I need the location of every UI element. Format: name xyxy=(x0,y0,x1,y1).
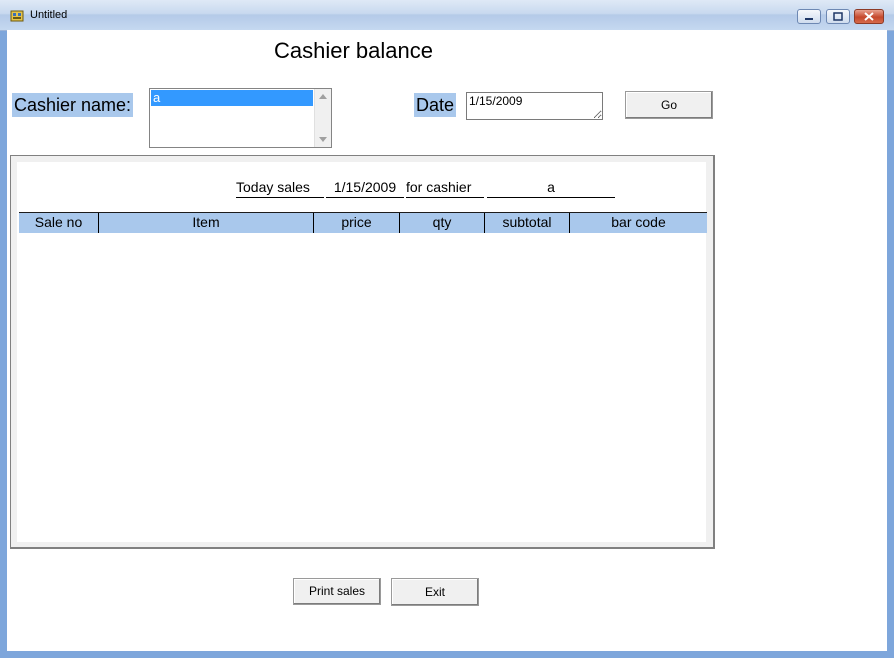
sales-report[interactable]: Today sales 1/15/2009 for cashier a Sale… xyxy=(17,162,707,542)
cashier-listbox[interactable]: a xyxy=(149,88,332,148)
col-sale-no: Sale no xyxy=(34,214,83,230)
scroll-up-icon[interactable] xyxy=(319,94,327,99)
go-button[interactable]: Go xyxy=(625,91,713,119)
listbox-scrollbar[interactable] xyxy=(314,89,331,147)
maximize-icon xyxy=(833,12,843,21)
print-sales-button[interactable]: Print sales xyxy=(293,578,381,605)
app-icon xyxy=(10,10,24,22)
date-input[interactable]: 1/15/2009 xyxy=(466,92,603,120)
scroll-down-icon[interactable] xyxy=(319,137,327,142)
cashier-name-label: Cashier name: xyxy=(12,93,134,117)
minimize-icon xyxy=(805,18,813,20)
col-qty: qty xyxy=(399,213,484,233)
cashier-list-item[interactable]: a xyxy=(151,90,313,106)
window-title: Untitled xyxy=(30,9,68,21)
maximize-button[interactable] xyxy=(826,9,850,24)
minimize-button[interactable] xyxy=(797,9,821,24)
report-date: 1/15/2009 xyxy=(326,178,404,198)
date-label: Date xyxy=(414,93,457,117)
close-button[interactable] xyxy=(854,9,884,24)
for-cashier-label: for cashier xyxy=(406,178,484,198)
exit-button[interactable]: Exit xyxy=(391,578,479,606)
app-window: Untitled Cashier balance Cashier name: a… xyxy=(0,0,894,658)
page-title: Cashier balance xyxy=(274,38,433,63)
col-subtotal: subtotal xyxy=(484,213,569,233)
sales-report-panel: Today sales 1/15/2009 for cashier a Sale… xyxy=(10,155,715,549)
form-client-area: Cashier balance Cashier name: a Date 1/1… xyxy=(7,30,887,651)
col-price: price xyxy=(313,213,399,233)
close-icon xyxy=(864,12,874,21)
report-header-row: Sale no Item price qty subtotal bar code xyxy=(19,212,707,233)
report-cashier: a xyxy=(487,178,615,198)
today-sales-label: Today sales xyxy=(236,178,324,198)
col-bar-code: bar code xyxy=(569,213,707,233)
title-bar[interactable]: Untitled xyxy=(0,0,894,31)
col-item: Item xyxy=(98,213,313,233)
